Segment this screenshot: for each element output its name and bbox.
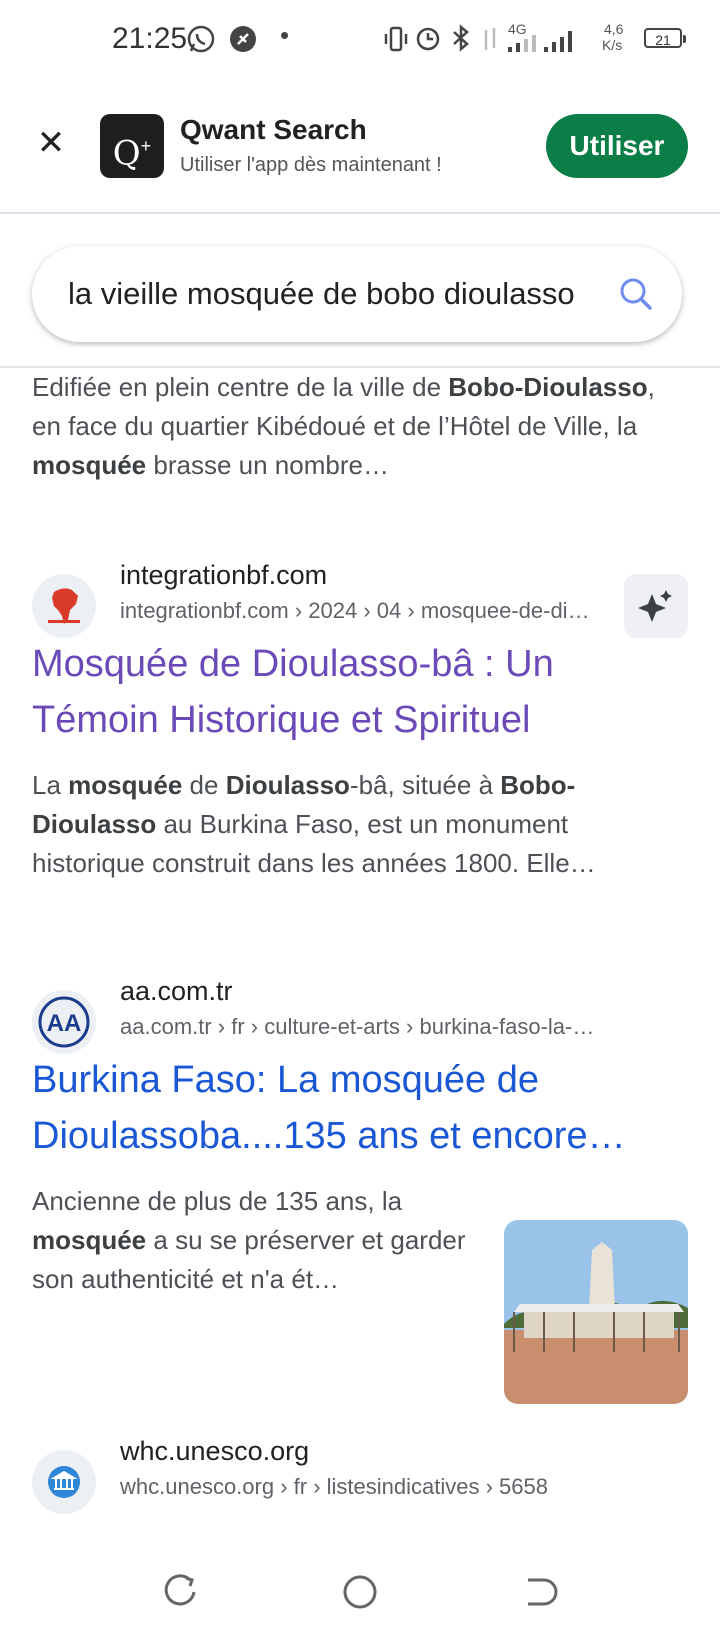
vibrate-icon: [384, 26, 408, 52]
app-subtitle: Utiliser l'app dès maintenant !: [180, 154, 442, 176]
mosque-photo: [504, 1220, 688, 1404]
search-query[interactable]: la vieille mosquée de bobo dioulasso: [68, 276, 588, 312]
qwant-logo: Q+: [100, 114, 164, 178]
home-icon[interactable]: [340, 1572, 380, 1612]
site-url[interactable]: aa.com.tr › fr › culture-et-arts › burki…: [120, 1014, 600, 1040]
aa-logo-icon: AA: [38, 996, 90, 1048]
clock: 21:25: [112, 22, 188, 55]
search-icon[interactable]: [618, 276, 654, 312]
status-bar: 21:25 • 4G 4,6 K/s 21: [0, 0, 720, 80]
signal-icon-2: [544, 31, 572, 52]
app-notification-icon: [230, 26, 256, 52]
site-favicon-integrationbf[interactable]: [32, 574, 96, 638]
close-icon[interactable]: ✕: [36, 126, 66, 160]
site-url[interactable]: whc.unesco.org › fr › listesindicatives …: [120, 1474, 600, 1500]
data-arrows-icon: [484, 28, 496, 50]
result-title-text[interactable]: Burkina Faso: La mosquée de Dioulassoba.…: [32, 1052, 682, 1164]
system-navigation-bar: [0, 1552, 720, 1640]
site-name[interactable]: aa.com.tr: [120, 976, 233, 1007]
signal-icon-1: [508, 35, 536, 52]
network-speed-unit: K/s: [602, 37, 623, 53]
result-title-link[interactable]: Mosquée de Dioulasso-bâ : Un Témoin Hist…: [32, 636, 682, 748]
ai-summary-button[interactable]: [624, 574, 688, 638]
search-area: la vieille mosquée de bobo dioulasso: [0, 214, 720, 368]
recent-apps-icon[interactable]: [160, 1572, 200, 1612]
result-thumbnail[interactable]: [504, 1220, 688, 1404]
app-install-banner: ✕ Q+ Qwant Search Utiliser l'app dès mai…: [0, 100, 720, 214]
unesco-icon: [48, 1466, 80, 1498]
app-name: Qwant Search: [180, 114, 367, 145]
alarm-icon: [416, 27, 440, 51]
whatsapp-icon: [187, 25, 215, 53]
battery-icon: 21: [644, 28, 686, 48]
svg-text:AA: AA: [47, 1010, 82, 1037]
network-speed-value: 4,6: [604, 21, 624, 37]
use-app-button[interactable]: Utiliser: [546, 114, 688, 178]
site-url[interactable]: integrationbf.com › 2024 › 04 › mosquee-…: [120, 598, 600, 624]
bluetooth-icon: [453, 24, 469, 52]
dot-icon: •: [280, 20, 290, 50]
site-favicon-aa[interactable]: AA: [32, 990, 96, 1054]
result-snippet: La mosquée de Dioulasso-bâ, située à Bob…: [32, 770, 596, 878]
africa-map-icon: [48, 588, 80, 624]
site-name[interactable]: whc.unesco.org: [120, 1436, 309, 1467]
site-favicon-unesco[interactable]: [32, 1450, 96, 1514]
result-snippet: Edifiée en plein centre de la ville de B…: [32, 372, 655, 480]
result-snippet: Ancienne de plus de 135 ans, la mosquée …: [32, 1186, 466, 1294]
sparkle-icon: [638, 590, 672, 622]
search-input[interactable]: la vieille mosquée de bobo dioulasso: [32, 246, 682, 342]
site-name[interactable]: integrationbf.com: [120, 560, 327, 591]
result-title-link[interactable]: Burkina Faso: La mosquée de Dioulassoba.…: [32, 1052, 682, 1164]
back-icon[interactable]: [520, 1572, 560, 1612]
